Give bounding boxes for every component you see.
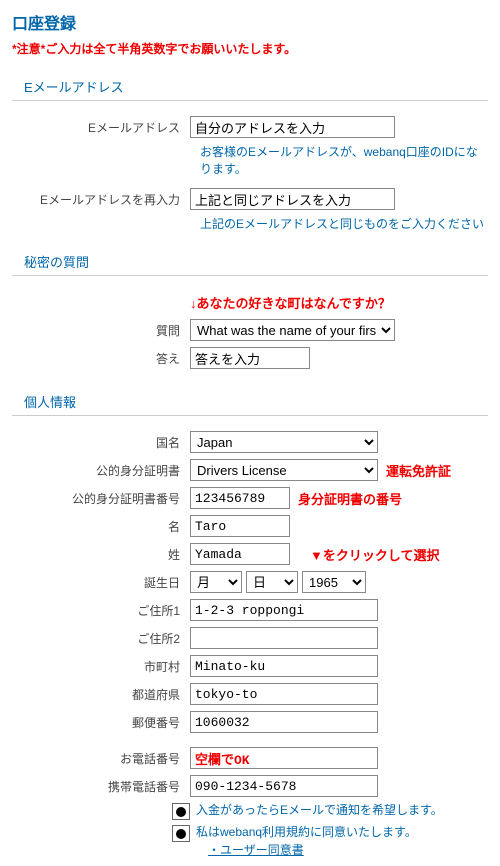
email-confirm-field[interactable] [190, 188, 395, 210]
notify-checkbox[interactable] [172, 803, 190, 820]
email-hint: お客様のEメールアドレスが、webanq口座のIDになります。 [200, 145, 478, 176]
question-select[interactable]: What was the name of your firs [190, 319, 395, 341]
city-label: 市町村 [12, 658, 190, 675]
email-confirm-hint: 上記のEメールアドレスと同じものをご入力ください [200, 217, 484, 231]
idnum-note: 身分証明書の番号 [298, 489, 402, 508]
tel-label: お電話番号 [12, 750, 190, 767]
email-confirm-label: Eメールアドレスを再入力 [12, 191, 190, 208]
country-label: 国名 [12, 434, 190, 451]
agree-checkbox[interactable] [172, 825, 190, 842]
addr1-label: ご住所1 [12, 602, 190, 619]
idnum-field[interactable] [190, 487, 290, 509]
birth-label: 誕生日 [12, 574, 190, 591]
birth-day-select[interactable]: 日 [246, 571, 298, 593]
id-note: 運転免許証 [386, 461, 451, 480]
section-personal: 個人情報 [12, 382, 488, 416]
agree-label: 私はwebanq利用規約に同意いたします。 [196, 825, 417, 839]
birth-year-select[interactable]: 1965 [302, 571, 366, 593]
id-select[interactable]: Drivers License [190, 459, 378, 481]
section-email: Eメールアドレス [12, 67, 488, 101]
section-secret: 秘密の質問 [12, 242, 488, 276]
notify-label: 入金があったらEメールで通知を希望します。 [196, 802, 443, 819]
page-title: 口座登録 [12, 10, 488, 34]
answer-label: 答え [12, 350, 190, 367]
pref-field[interactable] [190, 683, 378, 705]
lastname-note: ▼をクリックして選択 [310, 545, 439, 564]
zip-label: 郵便番号 [12, 714, 190, 731]
input-warning: *注意*ご入力は全て半角英数字でお願いいたします。 [12, 40, 488, 57]
addr1-field[interactable] [190, 599, 378, 621]
zip-field[interactable] [190, 711, 378, 733]
email-field[interactable] [190, 116, 395, 138]
tel-field[interactable] [190, 747, 378, 769]
firstname-field[interactable] [190, 515, 290, 537]
agree-link[interactable]: ・ユーザー同意書 [208, 843, 304, 857]
city-field[interactable] [190, 655, 378, 677]
pref-label: 都道府県 [12, 686, 190, 703]
id-label: 公的身分証明書 [12, 462, 190, 479]
email-label: Eメールアドレス [12, 119, 190, 136]
idnum-label: 公的身分証明書番号 [12, 490, 190, 507]
birth-month-select[interactable]: 月 [190, 571, 242, 593]
answer-field[interactable] [190, 347, 310, 369]
lastname-field[interactable] [190, 543, 290, 565]
question-label: 質問 [12, 322, 190, 339]
mobile-field[interactable] [190, 775, 378, 797]
mobile-label: 携帯電話番号 [12, 778, 190, 795]
addr2-label: ご住所2 [12, 630, 190, 647]
country-select[interactable]: Japan [190, 431, 378, 453]
addr2-field[interactable] [190, 627, 378, 649]
lastname-label: 姓 [12, 546, 190, 563]
secret-note: ↓あなたの好きな町はなんですか？ [190, 293, 391, 312]
firstname-label: 名 [12, 518, 190, 535]
